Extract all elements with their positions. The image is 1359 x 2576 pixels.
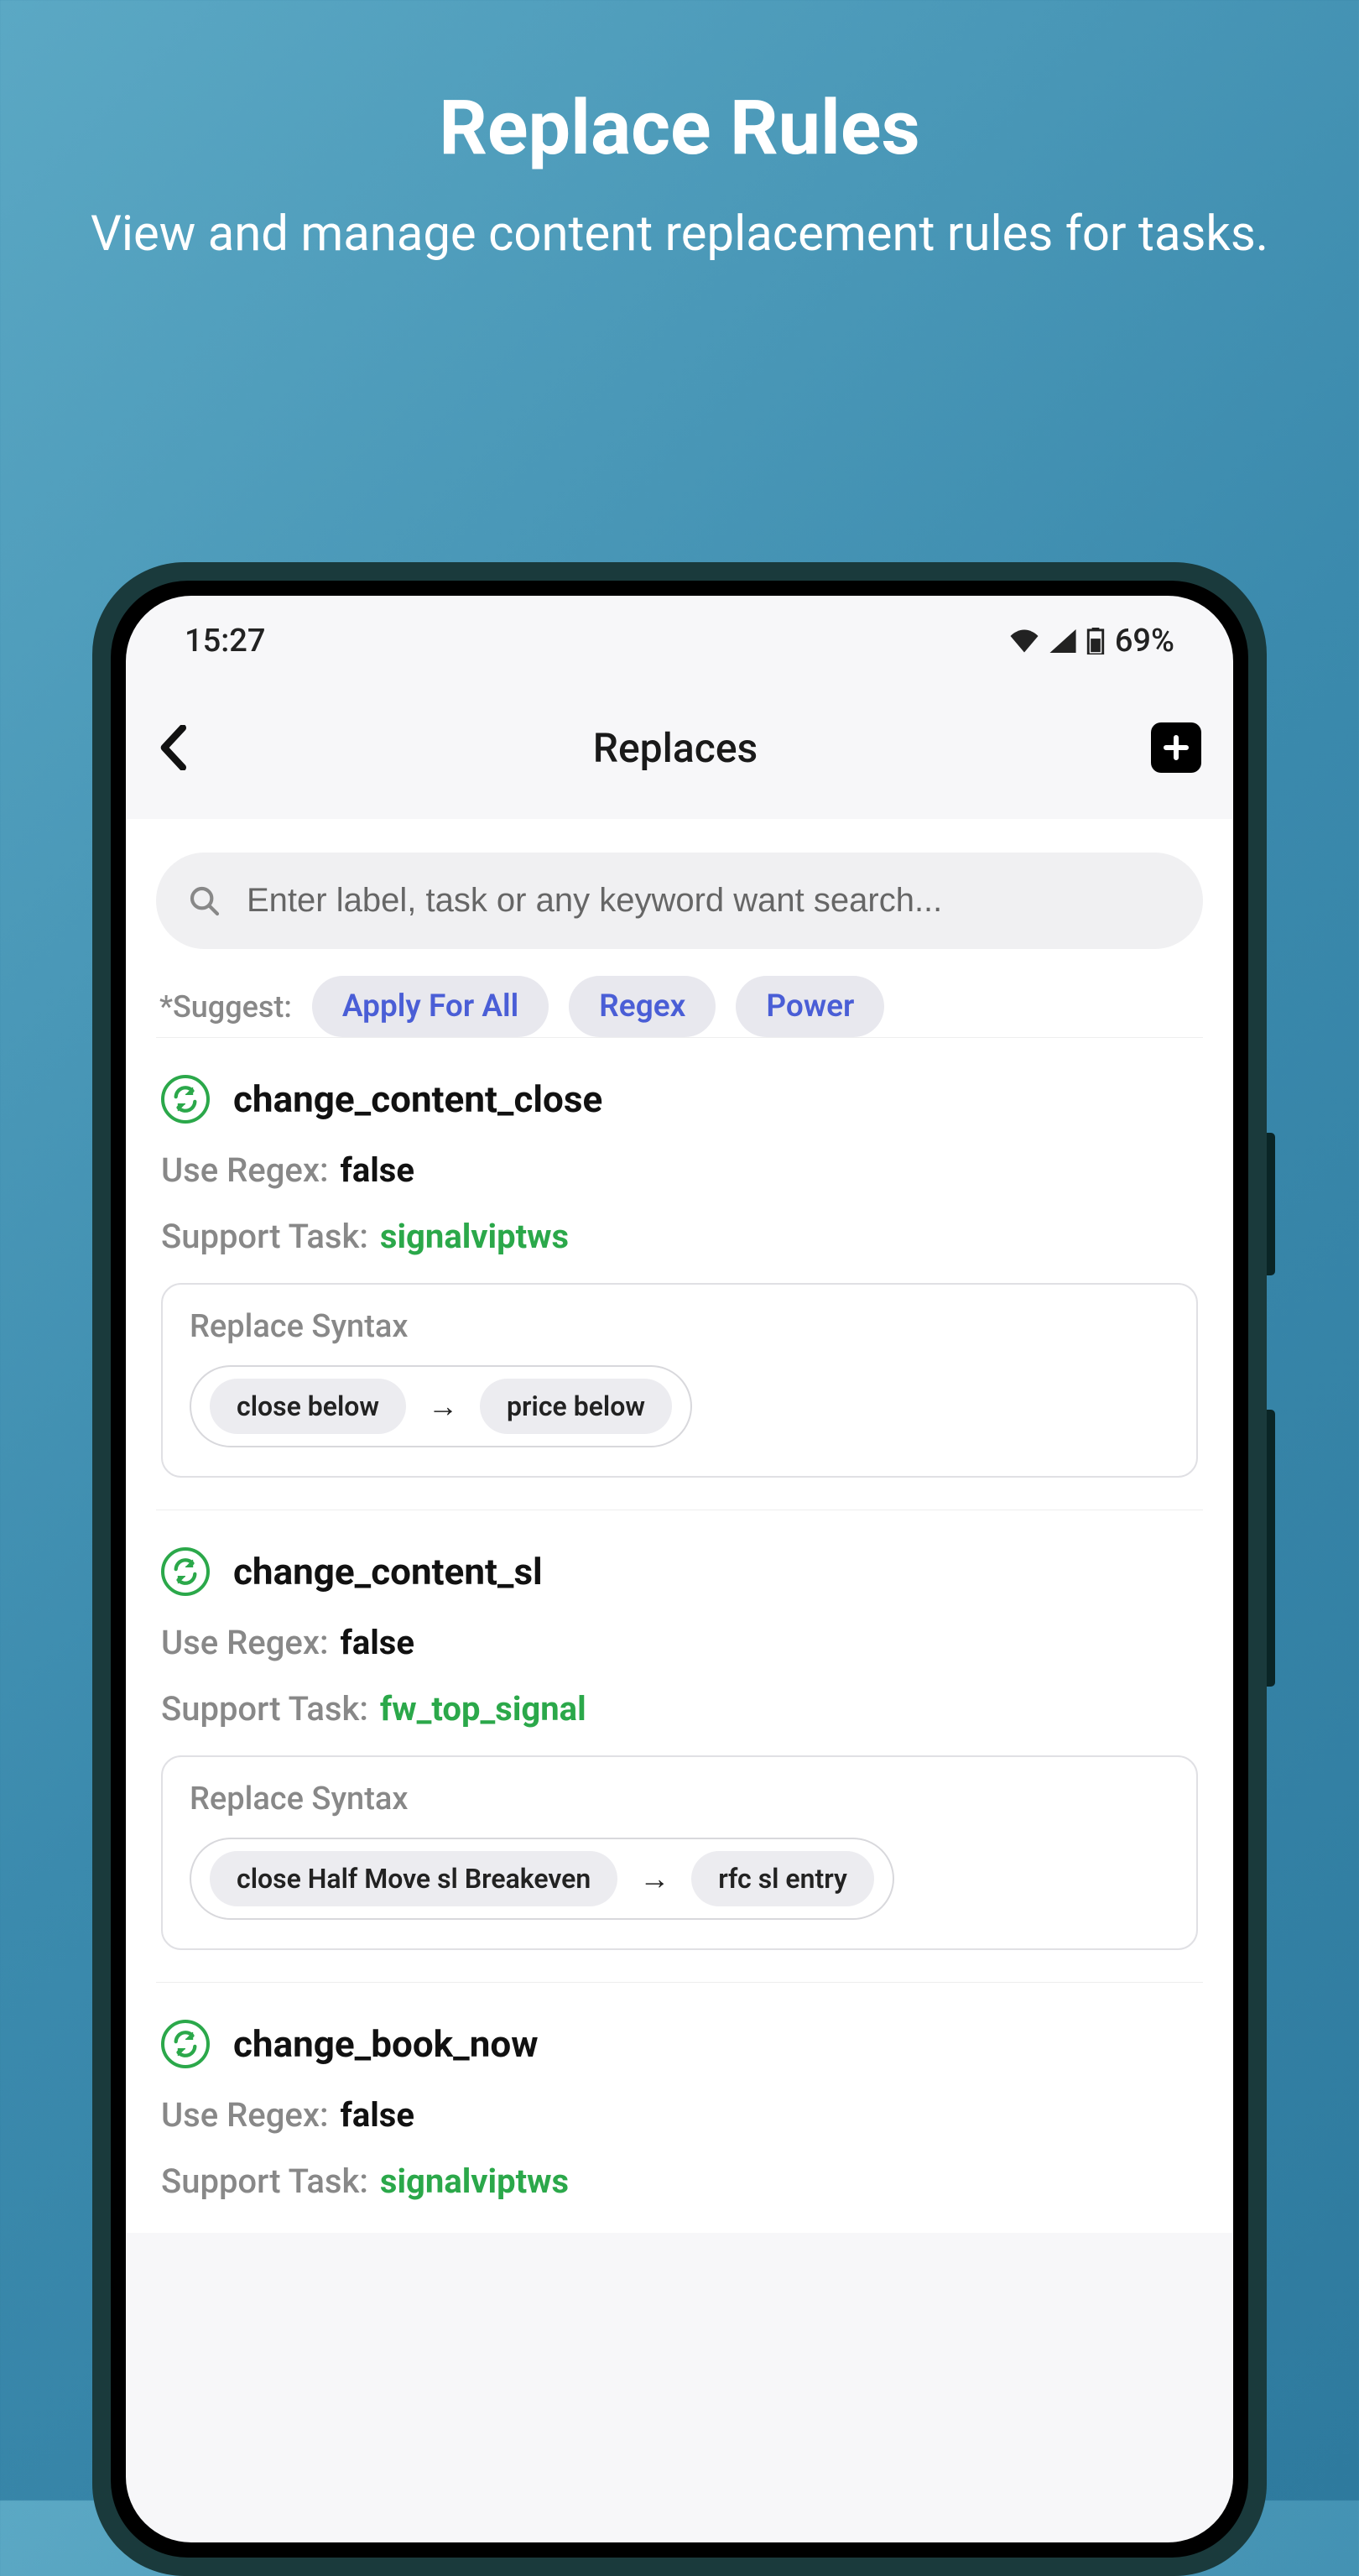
meta-label: Use Regex: — [161, 1623, 329, 1662]
meta-value: signalviptws — [380, 2161, 569, 2201]
suggest-label: *Suggest: — [159, 989, 292, 1025]
replace-icon — [161, 1075, 210, 1124]
add-button[interactable] — [1151, 722, 1201, 773]
back-button[interactable] — [158, 725, 200, 770]
arrow-icon: → — [428, 1389, 458, 1424]
rule-item[interactable]: change_content_sl Use Regex: false Suppo… — [156, 1510, 1203, 1982]
syntax-from: close below — [210, 1379, 406, 1434]
suggest-chip-apply-for-all[interactable]: Apply For All — [312, 976, 549, 1037]
rule-use-regex: Use Regex: false — [161, 1150, 1198, 1190]
meta-label: Support Task: — [161, 1689, 368, 1729]
meta-value: false — [341, 1150, 414, 1190]
promo-title: Replace Rules — [0, 84, 1359, 172]
rule-name: change_content_close — [233, 1077, 602, 1121]
syntax-from: close Half Move sl Breakeven — [210, 1851, 617, 1906]
rule-use-regex: Use Regex: false — [161, 2095, 1198, 2135]
rule-header: change_content_sl — [161, 1547, 1198, 1596]
search-box[interactable] — [156, 853, 1203, 949]
syntax-to: rfc sl entry — [691, 1851, 874, 1906]
page-title: Replaces — [200, 724, 1151, 772]
suggest-chip-power[interactable]: Power — [736, 976, 884, 1037]
syntax-row: close Half Move sl Breakeven → rfc sl en… — [190, 1838, 894, 1920]
phone-side-button — [1267, 1410, 1275, 1687]
app-header: Replaces — [126, 676, 1233, 819]
meta-value: false — [341, 1623, 414, 1662]
meta-value: false — [341, 2095, 414, 2135]
syntax-to: price below — [480, 1379, 672, 1434]
plus-icon — [1161, 733, 1191, 763]
arrow-icon: → — [639, 1861, 669, 1896]
status-icons: 69% — [1009, 623, 1174, 660]
meta-label: Support Task: — [161, 2161, 368, 2201]
replace-syntax-box: Replace Syntax close below → price below — [161, 1283, 1198, 1478]
meta-label: Use Regex: — [161, 2095, 329, 2135]
syntax-title: Replace Syntax — [190, 1308, 1169, 1345]
battery-percent: 69% — [1115, 623, 1174, 660]
rule-use-regex: Use Regex: false — [161, 1623, 1198, 1662]
replace-icon — [161, 2020, 210, 2068]
phone-frame: 15:27 69% Repla — [92, 562, 1267, 2576]
syntax-row: close below → price below — [190, 1365, 692, 1447]
rule-support-task: Support Task: fw_top_signal — [161, 1689, 1198, 1729]
status-time: 15:27 — [185, 623, 265, 660]
meta-value: fw_top_signal — [380, 1689, 586, 1729]
phone-side-button — [1267, 1133, 1275, 1275]
status-bar: 15:27 69% — [126, 596, 1233, 676]
promo-subtitle: View and manage content replacement rule… — [0, 201, 1359, 267]
rule-support-task: Support Task: signalviptws — [161, 1217, 1198, 1256]
screen: 15:27 69% Repla — [126, 596, 1233, 2542]
rule-support-task: Support Task: signalviptws — [161, 2161, 1198, 2201]
meta-label: Use Regex: — [161, 1150, 329, 1190]
cell-signal-icon — [1049, 629, 1076, 653]
rule-name: change_content_sl — [233, 1550, 543, 1593]
replace-syntax-box: Replace Syntax close Half Move sl Breake… — [161, 1755, 1198, 1950]
rule-item[interactable]: change_content_close Use Regex: false Su… — [156, 1037, 1203, 1510]
rule-item[interactable]: change_book_now Use Regex: false Support… — [156, 1982, 1203, 2233]
search-icon — [188, 884, 221, 918]
phone-bezel: 15:27 69% Repla — [111, 581, 1248, 2558]
rule-name: change_book_now — [233, 2022, 539, 2066]
battery-icon — [1086, 628, 1105, 654]
replace-icon — [161, 1547, 210, 1596]
rule-header: change_book_now — [161, 2020, 1198, 2068]
suggest-row: *Suggest: Apply For All Regex Power — [156, 976, 1203, 1037]
meta-value: signalviptws — [380, 1217, 569, 1256]
search-input[interactable] — [247, 882, 1171, 920]
rule-header: change_content_close — [161, 1075, 1198, 1124]
suggest-chip-regex[interactable]: Regex — [569, 976, 716, 1037]
meta-label: Support Task: — [161, 1217, 368, 1256]
wifi-icon — [1009, 629, 1039, 653]
content-area: *Suggest: Apply For All Regex Power chan… — [126, 819, 1233, 2233]
syntax-title: Replace Syntax — [190, 1781, 1169, 1817]
